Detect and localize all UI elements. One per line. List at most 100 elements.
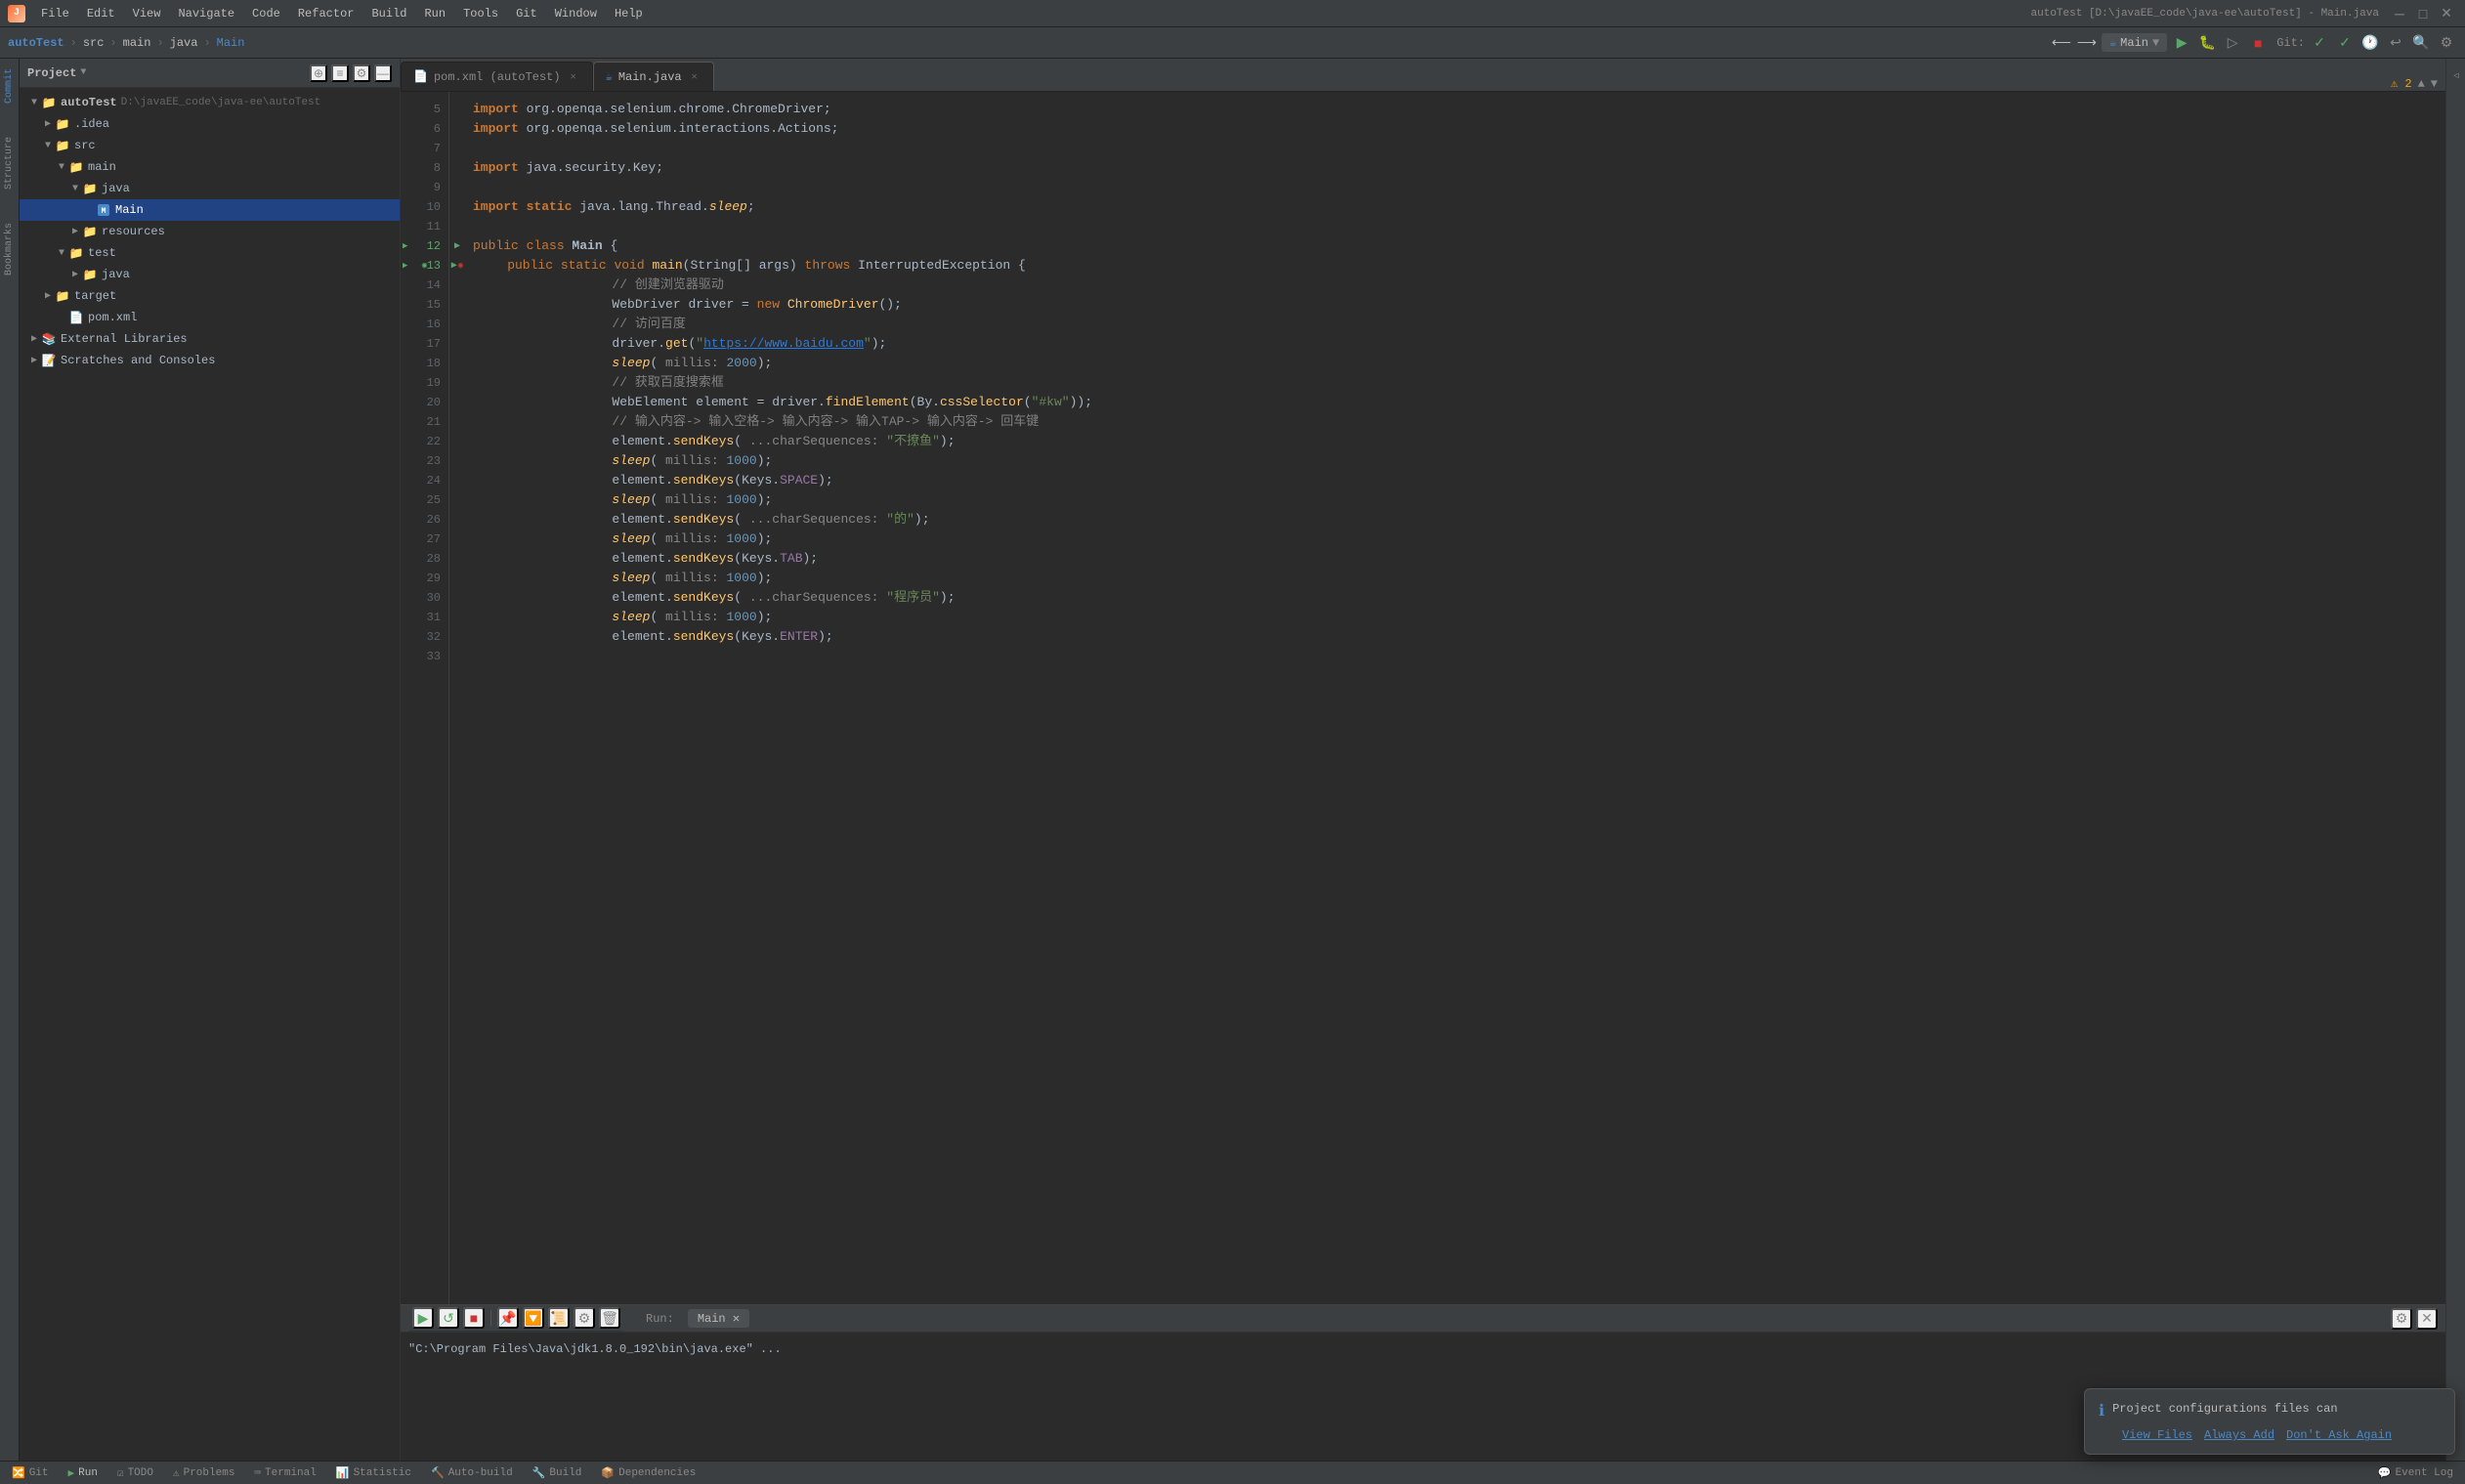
tree-item-main-dir[interactable]: ▼ 📁 main [20, 156, 400, 178]
status-autobuild[interactable]: 🔨 Auto-build [427, 1462, 517, 1484]
toolbar-forward-button[interactable]: ⟶ [2076, 32, 2098, 54]
arrow-13[interactable]: ▶◉ [449, 256, 465, 276]
status-build[interactable]: 🔧 Build [529, 1462, 586, 1484]
panel-settings-btn[interactable]: ⚙ [353, 64, 370, 82]
panel-close-btn[interactable]: — [374, 64, 392, 82]
close-button[interactable]: ✕ [2436, 3, 2457, 24]
panel-dropdown-arrow[interactable]: ▼ [80, 67, 86, 78]
bottom-expand-btn[interactable]: ⚙ [2391, 1308, 2412, 1330]
run-tool-play[interactable]: ▶ [412, 1307, 434, 1329]
bottom-close-btn[interactable]: ✕ [2416, 1308, 2438, 1330]
left-tab-bookmarks[interactable]: Bookmarks [2, 217, 17, 281]
breadcrumb-project[interactable]: autoTest [8, 36, 64, 50]
maximize-button[interactable]: □ [2412, 3, 2434, 24]
status-run[interactable]: ▶ Run [64, 1462, 102, 1484]
menu-file[interactable]: File [33, 4, 77, 23]
left-tab-structure[interactable]: Structure [2, 131, 17, 195]
menu-window[interactable]: Window [547, 4, 605, 23]
panel-title: Project [27, 66, 76, 80]
panel-collapse-btn[interactable]: ≡ [331, 64, 349, 82]
menu-code[interactable]: Code [244, 4, 288, 23]
tab-pom-label: pom.xml (autoTest) [434, 70, 561, 84]
tree-item-test[interactable]: ▼ 📁 test [20, 242, 400, 264]
tree-item-resources[interactable]: ▶ 📁 resources [20, 221, 400, 242]
status-right: 💬 Event Log [2374, 1466, 2457, 1480]
code-editor[interactable]: import org.openqa.selenium.chrome.Chrome… [465, 92, 2434, 1304]
tab-main[interactable]: ☕ Main.java ✕ [593, 62, 714, 91]
tree-item-main-java[interactable]: M Main [20, 199, 400, 221]
menu-build[interactable]: Build [363, 4, 414, 23]
tree-item-pom[interactable]: 📄 pom.xml [20, 307, 400, 328]
tree-arrow-resources: ▶ [68, 226, 82, 237]
menu-run[interactable]: Run [416, 4, 453, 23]
run-button[interactable]: ▶ [2171, 32, 2192, 54]
tree-item-java-main[interactable]: ▼ 📁 java [20, 178, 400, 199]
status-git[interactable]: 🔀 Git [8, 1462, 53, 1484]
line-15: 15 [401, 295, 448, 315]
toolbar-search[interactable]: 🔍 [2410, 32, 2432, 54]
status-event-log[interactable]: 💬 Event Log [2374, 1466, 2457, 1480]
scroll-down[interactable]: ▼ [2431, 77, 2438, 91]
debug-button[interactable]: 🐛 [2196, 32, 2218, 54]
run-tool-settings-small[interactable]: ⚙ [574, 1307, 595, 1329]
breadcrumb-file[interactable]: Main [217, 36, 245, 50]
tree-item-scratches[interactable]: ▶ 📝 Scratches and Consoles [20, 350, 400, 371]
status-todo[interactable]: ☑ TODO [113, 1462, 157, 1484]
vcs-checkmark2[interactable]: ✓ [2334, 32, 2356, 54]
vcs-rollback[interactable]: ↩ [2385, 32, 2406, 54]
tree-item-java-test[interactable]: ▶ 📁 java [20, 264, 400, 285]
run-tool-rerun[interactable]: ↺ [438, 1307, 459, 1329]
notification-view-files[interactable]: View Files [2122, 1428, 2192, 1442]
tree-icon-root: 📁 [41, 95, 57, 110]
tree-item-root[interactable]: ▼ 📁 autoTest D:\javaEE_code\java-ee\auto… [20, 92, 400, 113]
menu-git[interactable]: Git [508, 4, 545, 23]
line-10: 10 [401, 197, 448, 217]
menu-edit[interactable]: Edit [79, 4, 123, 23]
notification-always-add[interactable]: Always Add [2204, 1428, 2274, 1442]
tab-pom-close[interactable]: ✕ [567, 70, 580, 84]
status-problems[interactable]: ⚠ Problems [169, 1462, 238, 1484]
run-tool-scroll[interactable]: 📜 [548, 1307, 570, 1329]
breadcrumb-java[interactable]: java [170, 36, 198, 50]
run-config[interactable]: ☕ Main ▼ [2102, 33, 2167, 52]
tree-arrow-test: ▼ [55, 248, 68, 259]
menu-help[interactable]: Help [607, 4, 651, 23]
status-terminal[interactable]: ⌨ Terminal [250, 1462, 319, 1484]
tree-item-target[interactable]: ▶ 📁 target [20, 285, 400, 307]
menu-navigate[interactable]: Navigate [170, 4, 242, 23]
bottom-tab-run[interactable]: Run: [636, 1310, 684, 1328]
toolbar-settings[interactable]: ⚙ [2436, 32, 2457, 54]
panel-scope-btn[interactable]: ⊕ [310, 64, 327, 82]
tree-item-src[interactable]: ▼ 📁 src [20, 135, 400, 156]
toolbar-back-button[interactable]: ⟵ [2051, 32, 2072, 54]
menu-refactor[interactable]: Refactor [290, 4, 362, 23]
left-tab-commit[interactable]: Commit [2, 63, 17, 109]
tab-main-close[interactable]: ✕ [688, 70, 701, 84]
tree-item-idea[interactable]: ▶ 📁 .idea [20, 113, 400, 135]
run-tool-trash[interactable]: 🗑 [599, 1307, 620, 1329]
run-tool-pin[interactable]: 📌 [497, 1307, 519, 1329]
status-dependencies[interactable]: 📦 Dependencies [597, 1462, 700, 1484]
vcs-checkmark1[interactable]: ✓ [2309, 32, 2330, 54]
minimize-button[interactable]: ─ [2389, 3, 2410, 24]
arrow-12[interactable]: ▶ [449, 236, 465, 256]
statistic-icon: 📊 [336, 1466, 350, 1480]
menu-tools[interactable]: Tools [455, 4, 506, 23]
notification-dont-ask[interactable]: Don't Ask Again [2286, 1428, 2392, 1442]
stop-button[interactable]: ■ [2247, 32, 2269, 54]
menu-view[interactable]: View [125, 4, 169, 23]
tab-pom[interactable]: 📄 pom.xml (autoTest) ✕ [401, 62, 593, 91]
scroll-up[interactable]: ▲ [2418, 77, 2425, 91]
right-tab-placeholder[interactable]: ▷ [2447, 63, 2465, 88]
tree-item-external-libs[interactable]: ▶ 📚 External Libraries [20, 328, 400, 350]
coverage-button[interactable]: ▷ [2222, 32, 2243, 54]
status-statistic[interactable]: 📊 Statistic [332, 1462, 415, 1484]
breadcrumb-src[interactable]: src [83, 36, 105, 50]
run-toolbar: ▶ ↺ ■ 📌 🔽 📜 ⚙ 🗑 [408, 1305, 624, 1332]
vcs-history[interactable]: 🕐 [2359, 32, 2381, 54]
run-tool-stop[interactable]: ■ [463, 1307, 485, 1329]
run-tool-filter[interactable]: 🔽 [523, 1307, 544, 1329]
git-icon: 🔀 [12, 1466, 25, 1480]
breadcrumb-main[interactable]: main [123, 36, 151, 50]
bottom-tab-main[interactable]: Main ✕ [688, 1309, 749, 1328]
